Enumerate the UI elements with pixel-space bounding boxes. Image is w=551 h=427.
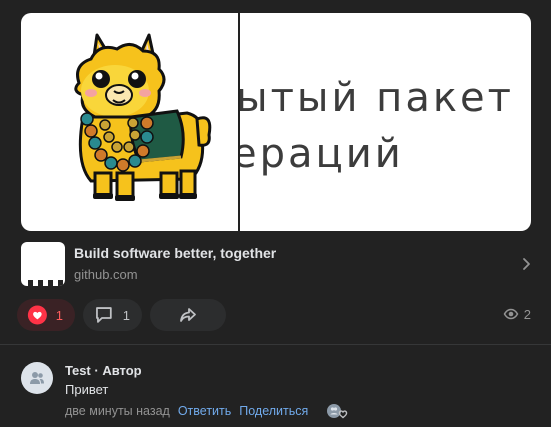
reply-link[interactable]: Ответить [178, 403, 231, 420]
post: ытый пакет ераций Build software better,… [0, 0, 551, 427]
llama-illustration [74, 33, 212, 201]
comment-time: две минуты назад [65, 403, 170, 418]
group-avatar-icon [30, 372, 44, 384]
like-button[interactable]: 1 [17, 299, 75, 331]
media-gallery: ытый пакет ераций [21, 13, 531, 231]
slogan-line-1: ытый пакет [240, 75, 514, 121]
like-count: 1 [55, 307, 63, 323]
comment-count: 1 [122, 307, 130, 323]
chevron-right-icon[interactable] [518, 256, 534, 272]
post-actions: 1 1 [17, 299, 226, 331]
comment-author[interactable]: Test · Автор [65, 362, 350, 379]
view-counter: 2 [503, 306, 531, 322]
comment-text: Привет [65, 382, 109, 397]
comment-body: Test · Автор Привет две минуты назад Отв… [65, 362, 350, 420]
divider [0, 344, 551, 345]
media-photo-llama[interactable] [21, 13, 238, 231]
media-photo-slogan[interactable]: ытый пакет ераций [240, 13, 531, 231]
like-reaction-button[interactable] [326, 402, 350, 420]
view-count: 2 [523, 306, 531, 322]
heart-icon [27, 305, 47, 325]
like-reaction-icon [327, 404, 348, 419]
link-card[interactable]: Build software better, together github.c… [21, 242, 536, 286]
link-domain: github.com [74, 267, 138, 282]
comment-icon [96, 307, 112, 323]
link-text: Build software better, together github.c… [74, 243, 276, 285]
link-title: Build software better, together [74, 245, 277, 261]
slogan-line-2: ераций [240, 131, 404, 177]
share-link[interactable]: Поделиться [239, 403, 308, 420]
share-button[interactable] [150, 299, 226, 331]
comment-meta: две минуты назад Ответить Поделиться [65, 402, 350, 420]
link-thumbnail [21, 242, 65, 286]
avatar[interactable] [21, 362, 53, 394]
eye-icon [503, 308, 519, 320]
comment-button[interactable]: 1 [83, 299, 142, 331]
share-icon [180, 308, 196, 322]
